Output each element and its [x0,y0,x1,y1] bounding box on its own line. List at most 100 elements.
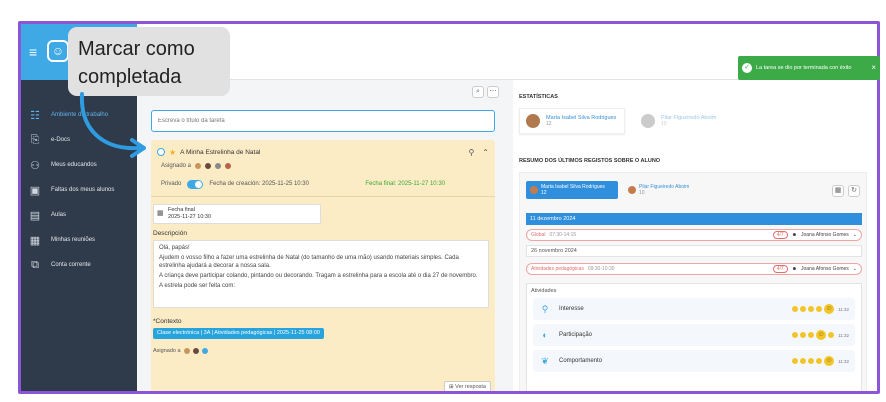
success-toast: ✓ La tarea se dio por terminada con éxit… [738,56,880,80]
collapse-icon[interactable]: ⌃ [482,148,489,157]
assigned-row: Asignado a [161,163,232,169]
see-response-label: Ver resposta [455,384,486,390]
activity-time: 11:32 [838,332,849,338]
stats-title: ESTATÍSTICAS [519,94,558,100]
record-time: 07:30-14:15 [549,232,577,238]
smiley-icon: ☺ [824,304,835,314]
see-response-button[interactable]: ⊞ Ver resposta [443,381,491,391]
private-label: Privado [161,181,182,187]
student-sub: 10 [661,121,667,127]
search-icon[interactable]: ⌕ [472,86,484,98]
interest-icon: ⚲ [541,303,549,314]
sidebar-item-reunioes[interactable]: ▦ Minhas reuniões [21,229,137,251]
date-row: 26 novembro 2024 [526,245,862,257]
avatar [526,114,540,128]
participation-icon: ◐ [542,330,548,340]
pointer-arrow [79,92,146,158]
calendar-icon[interactable]: ▦ [832,185,844,197]
task-title-input[interactable] [151,110,495,132]
smiley-icon: ☺ [824,356,835,366]
hamburger-menu-icon[interactable]: ≡ [29,44,37,60]
activity-row: ⚲ Interesse ☺ 11:32 [533,298,855,320]
sidebar-item-label: Meus educandos [51,162,97,168]
private-toggle[interactable] [187,179,204,189]
activity-time: 11:32 [838,306,849,312]
sidebar-item-label: Faltas dos meus alunos [51,187,115,193]
task-title: A Minha Estrelinha de Natal [180,148,261,156]
tutorial-callout: Marcar como completada [68,27,230,96]
callout-line: Marcar como [78,38,195,60]
task-meta: Privado Fecha de creación: 2025-11-25 10… [161,178,485,190]
close-icon[interactable]: × [871,64,876,72]
sidebar-item-aulas[interactable]: ▤ Aulas [21,204,137,226]
student-tab[interactable]: Pilar Figueiredo Aboim 10 [624,181,693,199]
student-panel: ESTATÍSTICAS Marta Isabel Silva Rodrigue… [513,80,877,391]
records-panel: Marta Isabel Silva Rodrigues 12 Pilar Fi… [519,172,867,391]
student-card[interactable]: Pilar Figueiredo Aboim 10 [635,108,741,134]
tab-name: Pilar Figueiredo Aboim [639,184,690,190]
student-name: Pilar Figueiredo Aboim [661,115,717,121]
sidebar-item-faltas[interactable]: ▣ Faltas dos meus alunos [21,179,137,201]
people-icon: ⚇ [30,159,40,172]
creation-date: Fecha de creación: 2025-11-25 10:30 [209,181,309,187]
record-teacher: Joana Afonso Gomes [800,266,849,272]
more-icon[interactable]: ⋯ [487,86,499,98]
sidebar-item-conta[interactable]: ⧉ Conta corrente [21,254,137,276]
avatar [225,163,232,169]
main-content: ⌕ ⋯ ★ A Minha Estrelinha de Natal ⚲ ⌃ As… [137,80,877,391]
record-time: 09:30-10:30 [587,266,615,272]
divider [151,196,495,197]
context-label: *Contexto [153,318,182,325]
avatar [183,348,190,354]
reply-icon: ⊞ [448,384,454,390]
activity-time: 11:32 [838,358,849,364]
attachment-icon[interactable]: ⚲ [468,148,474,157]
assigned-label: Asignado a [153,348,181,354]
avatar [628,186,636,194]
chevron-down-icon[interactable]: ⌄ [853,266,857,272]
avatar [201,348,208,354]
avatar [192,348,199,354]
record-row[interactable]: Global 07:30-14:15 4/7 ☻ Joana Afonso Go… [526,229,862,241]
sidebar-item-label: Conta corrente [51,262,91,268]
avatar [205,163,212,169]
sidebar-item-label: e-Docs [51,137,71,143]
student-tab[interactable]: Marta Isabel Silva Rodrigues 12 [526,181,618,199]
activity-label: Comportamento [559,358,603,364]
description-line: Ajudem o vosso filho a fazer uma estreli… [159,255,459,269]
description-line: A estrela pode ser feita com: [159,283,236,289]
avatar [215,163,222,169]
record-row[interactable]: Atividades pedagógicas 09:30-10:30 4/7 ☻… [526,263,862,275]
check-icon: ✓ [742,63,752,73]
student-sub: 12 [546,121,552,127]
rating: ☺ 11:32 [792,304,849,314]
sidebar-item-label: Aulas [51,212,67,218]
app-logo-icon[interactable]: ☺ [47,40,69,62]
assigned-label: Asignado a [161,163,192,169]
task-toolbar: ⌕ ⋯ [472,86,499,98]
avatar [530,186,538,194]
tab-name: Marta Isabel Silva Rodrigues [541,184,605,190]
description-textarea[interactable]: Olá, papás! Ajudem o vosso filho a fazer… [153,240,489,308]
star-icon[interactable]: ★ [169,148,176,157]
due-date-field[interactable]: ▦ Fecha final 2025-11-27 10:30 [153,204,321,224]
meeting-icon: ▦ [29,234,41,247]
chevron-down-icon[interactable]: ⌄ [853,232,857,238]
task-card: ★ A Minha Estrelinha de Natal ⚲ ⌃ Asigna… [151,140,495,391]
student-card[interactable]: Marta Isabel Silva Rodrigues 12 [519,108,625,134]
tasks-column: ⌕ ⋯ ★ A Minha Estrelinha de Natal ⚲ ⌃ As… [151,80,499,391]
activities-box: Atividades ⚲ Interesse ☺ 11:32 ◐ Partici… [526,283,862,391]
date-header: 11 dezembro 2024 [526,213,862,225]
activity-label: Interesse [559,306,584,312]
teacher-icon: ☻ [791,232,797,238]
callout-line: completada [78,66,182,88]
record-count: 4/7 [772,231,788,239]
folder-icon: ⎘ [30,133,40,146]
activity-row: ◐ Participação ☺ 11:32 [533,324,855,346]
context-badge[interactable]: Clase electrónica | 3A | Atividades peda… [153,328,324,339]
rating: ☺ 11:32 [792,356,849,366]
record-label: Global [531,232,546,238]
user-card-icon: ▣ [29,184,41,197]
refresh-icon[interactable]: ↻ [848,185,860,197]
description-line: A criança deve participar colando, pinta… [159,273,478,279]
